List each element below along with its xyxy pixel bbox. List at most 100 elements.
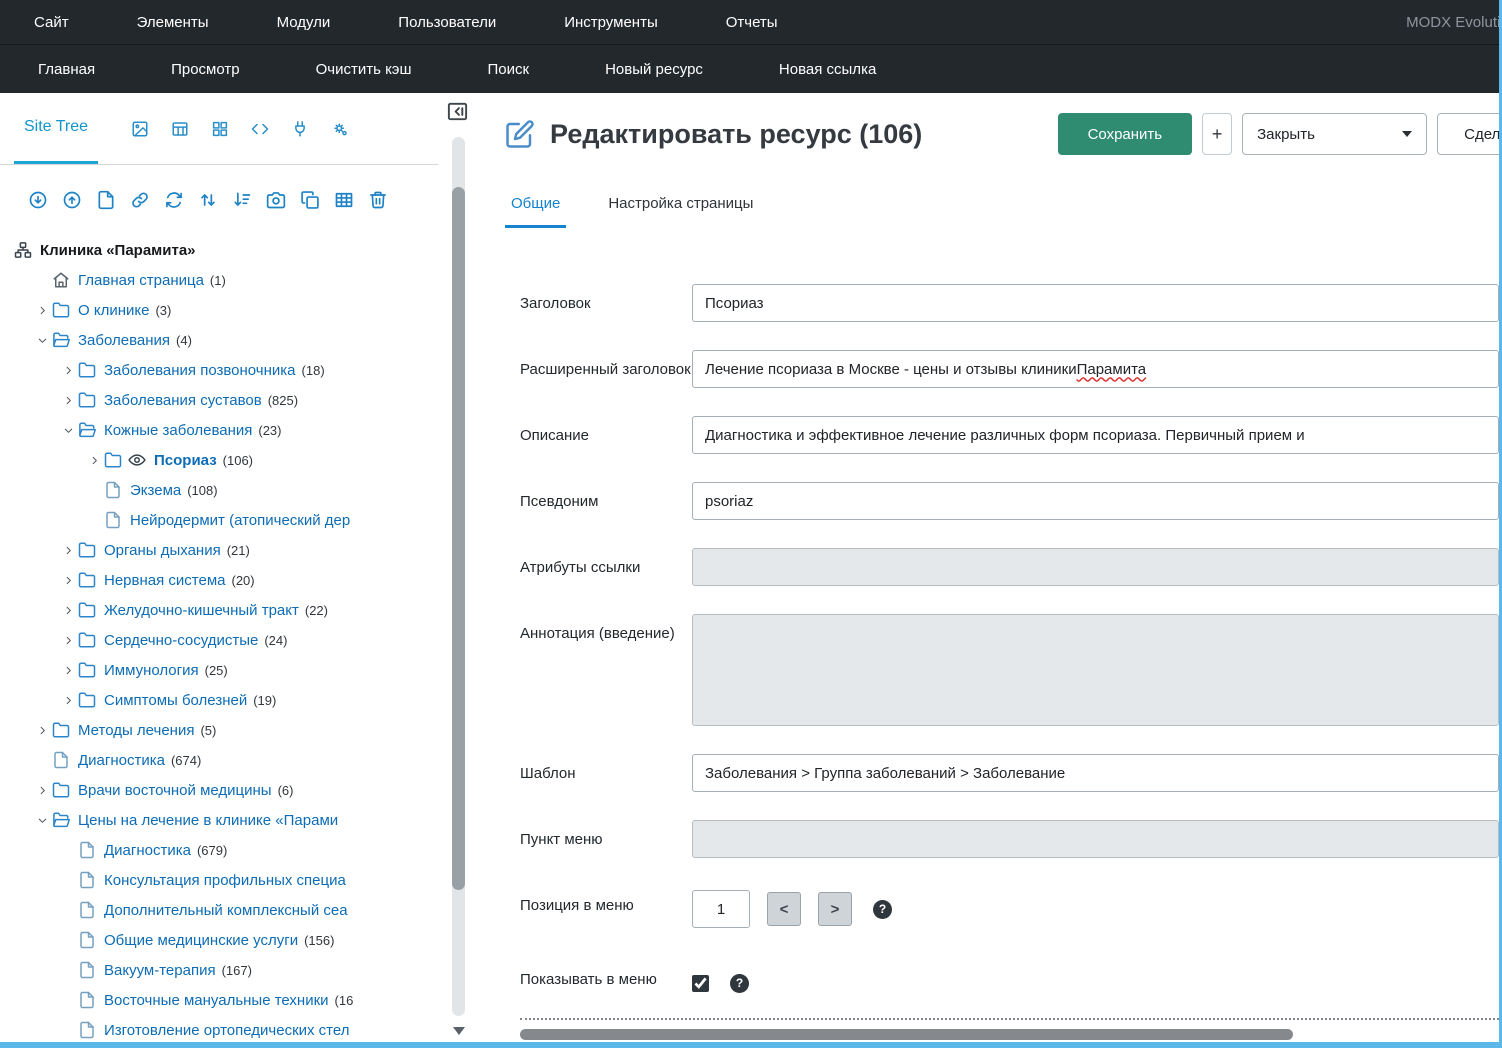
tree-item-label[interactable]: Вакуум-терапия bbox=[104, 962, 216, 979]
tab-general[interactable]: Общие bbox=[505, 185, 566, 228]
help-icon[interactable]: ? bbox=[730, 974, 749, 993]
tab-site-tree[interactable]: Site Tree bbox=[14, 93, 98, 164]
menu-элементы[interactable]: Элементы bbox=[103, 0, 243, 44]
tree-item-label[interactable]: Диагностика bbox=[78, 752, 165, 769]
expand-toggle-icon[interactable] bbox=[58, 575, 78, 586]
list-icon[interactable] bbox=[334, 190, 354, 210]
expand-toggle-icon[interactable] bbox=[32, 815, 52, 826]
tree-item-label[interactable]: Врачи восточной медицины bbox=[78, 782, 272, 799]
expand-toggle-icon[interactable] bbox=[58, 545, 78, 556]
tree-item-label[interactable]: О клинике bbox=[78, 302, 149, 319]
refresh-icon[interactable] bbox=[164, 190, 184, 210]
close-dropdown-button[interactable]: Закрыть bbox=[1242, 113, 1427, 155]
table-icon[interactable] bbox=[171, 120, 189, 138]
tree-item-органы-дыхания[interactable]: Органы дыхания(21) bbox=[0, 535, 438, 565]
duplicate-icon[interactable] bbox=[300, 190, 320, 210]
tree-item-label[interactable]: Цены на лечение в клинике «Парами bbox=[78, 812, 338, 829]
tree-item-label[interactable]: Дополнительный комплексный сеа bbox=[104, 902, 348, 919]
camera-icon[interactable] bbox=[266, 190, 286, 210]
template-select[interactable]: Заболевания > Группа заболеваний > Забол… bbox=[692, 754, 1499, 792]
action-просмотр[interactable]: Просмотр bbox=[133, 45, 278, 93]
action-новый-ресурс[interactable]: Новый ресурс bbox=[567, 45, 741, 93]
tree-item-label[interactable]: Иммунология bbox=[104, 662, 199, 679]
menuindex-input[interactable]: 1 bbox=[692, 890, 750, 928]
action-очистить-кэш[interactable]: Очистить кэш bbox=[278, 45, 450, 93]
trash-icon[interactable] bbox=[368, 190, 388, 210]
menutitle-input[interactable] bbox=[692, 820, 1499, 858]
grid-icon[interactable] bbox=[211, 120, 229, 138]
description-input[interactable]: Диагностика и эффективное лечение различ… bbox=[692, 416, 1499, 454]
tree-item-label[interactable]: Кожные заболевания bbox=[104, 422, 252, 439]
expand-all-icon[interactable] bbox=[28, 190, 48, 210]
menu-сайт[interactable]: Сайт bbox=[0, 0, 103, 44]
new-document-icon[interactable] bbox=[96, 190, 116, 210]
tree-item-цены-на-лечение-в-клинике-парами[interactable]: Цены на лечение в клинике «Парами bbox=[0, 805, 438, 835]
tree-item-заболевания-позвоночника[interactable]: Заболевания позвоночника(18) bbox=[0, 355, 438, 385]
expand-toggle-icon[interactable] bbox=[58, 425, 78, 436]
expand-toggle-icon[interactable] bbox=[32, 305, 52, 316]
expand-toggle-icon[interactable] bbox=[32, 785, 52, 796]
tree-item-label[interactable]: Клиника «Парамита» bbox=[40, 242, 196, 259]
tree-item-label[interactable]: Заболевания суставов bbox=[104, 392, 262, 409]
menu-пользователи[interactable]: Пользователи bbox=[364, 0, 530, 44]
tree-item-заболевания-суставов[interactable]: Заболевания суставов(825) bbox=[0, 385, 438, 415]
tree-item-label[interactable]: Изготовление ортопедических стел bbox=[104, 1022, 349, 1039]
link-icon[interactable] bbox=[130, 190, 150, 210]
tab-page-settings[interactable]: Настройка страницы bbox=[602, 185, 759, 228]
save-button[interactable]: Сохранить bbox=[1058, 113, 1193, 155]
plug-icon[interactable] bbox=[291, 120, 309, 138]
tree-item-label[interactable]: Экзема bbox=[130, 482, 181, 499]
tree-item-label[interactable]: Сердечно-сосудистые bbox=[104, 632, 258, 649]
tree-item-label[interactable]: Нейродермит (атопический дер bbox=[130, 512, 350, 529]
action-новая-ссылка[interactable]: Новая ссылка bbox=[741, 45, 914, 93]
longtitle-input[interactable]: Лечение псориаза в Москве - цены и отзыв… bbox=[692, 350, 1499, 388]
sort-icon[interactable] bbox=[198, 190, 218, 210]
tree-item-псориаз[interactable]: Псориаз(106) bbox=[0, 445, 438, 475]
expand-toggle-icon[interactable] bbox=[58, 395, 78, 406]
tree-item-вакуум-терапия[interactable]: Вакуум-терапия(167) bbox=[0, 955, 438, 985]
expand-toggle-icon[interactable] bbox=[58, 605, 78, 616]
tree-scrollbar-track[interactable] bbox=[452, 137, 465, 1016]
scroll-down-arrow-icon[interactable] bbox=[453, 1027, 465, 1035]
tree-item-нейродермит-атопический-дер[interactable]: Нейродермит (атопический дер bbox=[0, 505, 438, 535]
tree-item-label[interactable]: Методы лечения bbox=[78, 722, 194, 739]
sort-numeric-icon[interactable] bbox=[232, 190, 252, 210]
tree-item-диагностика[interactable]: Диагностика(674) bbox=[0, 745, 438, 775]
image-icon[interactable] bbox=[131, 120, 149, 138]
menu-модули[interactable]: Модули bbox=[243, 0, 365, 44]
expand-toggle-icon[interactable] bbox=[32, 335, 52, 346]
tree-item-label[interactable]: Общие медицинские услуги bbox=[104, 932, 298, 949]
tree-item-label[interactable]: Диагностика bbox=[104, 842, 191, 859]
menu-position-increase-button[interactable]: > bbox=[818, 892, 852, 926]
tree-item-общие-медицинские-услуги[interactable]: Общие медицинские услуги(156) bbox=[0, 925, 438, 955]
menu-инструменты[interactable]: Инструменты bbox=[530, 0, 692, 44]
tree-item-о-клинике[interactable]: О клинике(3) bbox=[0, 295, 438, 325]
tree-item-сердечно-сосудистые[interactable]: Сердечно-сосудистые(24) bbox=[0, 625, 438, 655]
introtext-textarea[interactable] bbox=[692, 614, 1499, 726]
expand-toggle-icon[interactable] bbox=[84, 455, 104, 466]
menu-отчеты[interactable]: Отчеты bbox=[692, 0, 812, 44]
tree-item-изготовление-ортопедических-стел[interactable]: Изготовление ортопедических стел bbox=[0, 1015, 438, 1042]
code-icon[interactable] bbox=[251, 120, 269, 138]
tree-item-иммунология[interactable]: Иммунология(25) bbox=[0, 655, 438, 685]
tree-item-методы-лечения[interactable]: Методы лечения(5) bbox=[0, 715, 438, 745]
duplicate-button[interactable]: Сделать копию bbox=[1437, 113, 1499, 155]
horizontal-scrollbar-track[interactable] bbox=[520, 1029, 1499, 1040]
tree-item-label[interactable]: Заболевания позвоночника bbox=[104, 362, 296, 379]
tree-item-врачи-восточной-медицины[interactable]: Врачи восточной медицины(6) bbox=[0, 775, 438, 805]
expand-toggle-icon[interactable] bbox=[58, 635, 78, 646]
tree-item-консультация-профильных-специа[interactable]: Консультация профильных специа bbox=[0, 865, 438, 895]
collapse-panel-icon[interactable] bbox=[445, 100, 470, 123]
tree-item-label[interactable]: Псориаз bbox=[154, 452, 217, 469]
action-поиск[interactable]: Поиск bbox=[450, 45, 568, 93]
tree-item-экзема[interactable]: Экзема(108) bbox=[0, 475, 438, 505]
pagetitle-input[interactable]: Псориаз bbox=[692, 284, 1499, 322]
tree-item-главная-страница[interactable]: Главная страница(1) bbox=[0, 265, 438, 295]
show-in-menu-checkbox[interactable] bbox=[692, 975, 709, 992]
save-split-button[interactable]: + bbox=[1202, 113, 1232, 155]
tree-item-диагностика[interactable]: Диагностика(679) bbox=[0, 835, 438, 865]
tree-item-label[interactable]: Желудочно-кишечный тракт bbox=[104, 602, 299, 619]
tree-item-label[interactable]: Нервная система bbox=[104, 572, 225, 589]
alias-input[interactable]: psoriaz bbox=[692, 482, 1499, 520]
expand-toggle-icon[interactable] bbox=[58, 365, 78, 376]
